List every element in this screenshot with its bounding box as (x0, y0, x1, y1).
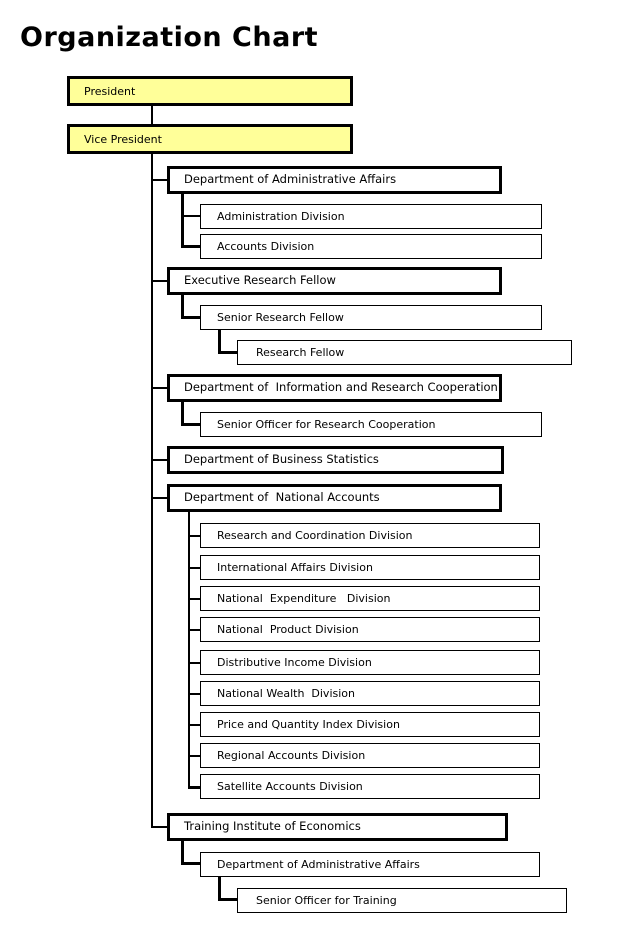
org-node-senior-research-fellow[interactable]: Senior Research Fellow (200, 305, 542, 330)
org-node-label: Department of Business Statistics (184, 452, 379, 467)
connector-president-to-vice-president (151, 106, 153, 124)
org-node-label: Department of National Accounts (184, 490, 380, 505)
org-node-dept-information-research-cooperation[interactable]: Department of Information and Research C… (167, 374, 502, 402)
org-node-national-product-division[interactable]: National Product Division (200, 617, 540, 642)
org-node-label: Administration Division (217, 210, 345, 223)
org-node-label: Research Fellow (256, 346, 345, 359)
org-node-label: Department of Administrative Affairs (217, 858, 420, 871)
org-node-research-fellow[interactable]: Research Fellow (237, 340, 572, 365)
org-node-label: International Affairs Division (217, 561, 373, 574)
connector-admin-affairs-to-accounts-division (181, 245, 202, 248)
org-node-label: National Product Division (217, 623, 359, 636)
org-node-label: Senior Research Fellow (217, 311, 344, 324)
org-node-label: Research and Coordination Division (217, 529, 413, 542)
org-node-dept-administrative-affairs[interactable]: Department of Administrative Affairs (167, 166, 502, 194)
connector-exec-fellow-to-senior-fellow (181, 316, 202, 319)
org-node-label: Accounts Division (217, 240, 315, 253)
org-node-label: Senior Officer for Research Cooperation (217, 418, 436, 431)
org-node-label: Price and Quantity Index Division (217, 718, 400, 731)
org-node-national-expenditure-division[interactable]: National Expenditure Division (200, 586, 540, 611)
connector-admin-affairs-to-administration-division (181, 215, 202, 217)
org-node-satellite-accounts-division[interactable]: Satellite Accounts Division (200, 774, 540, 799)
connector-senior-fellow-to-research-fellow (218, 351, 239, 354)
organization-chart-canvas: Organization Chart President Vice Preside… (0, 0, 631, 936)
org-node-label: President (84, 84, 136, 98)
org-node-label: National Expenditure Division (217, 592, 391, 605)
connector-admin-affairs-branch-trunk (181, 194, 184, 247)
org-node-training-dept-administrative-affairs[interactable]: Department of Administrative Affairs (200, 852, 540, 877)
org-node-label: Department of Administrative Affairs (184, 172, 397, 187)
org-node-training-institute-of-economics[interactable]: Training Institute of Economics (167, 813, 508, 841)
connector-national-accounts-branch-trunk (188, 512, 190, 788)
connector-senior-fellow-branch-trunk (218, 330, 221, 353)
org-node-research-and-coordination-division[interactable]: Research and Coordination Division (200, 523, 540, 548)
connector-exec-fellow-branch-trunk (181, 295, 184, 318)
connector-training-admin-to-senior-officer (218, 898, 239, 901)
org-node-senior-officer-research-cooperation[interactable]: Senior Officer for Research Cooperation (200, 412, 542, 437)
org-node-distributive-income-division[interactable]: Distributive Income Division (200, 650, 540, 675)
org-node-label: Vice President (84, 132, 162, 146)
org-node-price-and-quantity-index-division[interactable]: Price and Quantity Index Division (200, 712, 540, 737)
org-node-senior-officer-for-training[interactable]: Senior Officer for Training (237, 888, 567, 913)
org-node-international-affairs-division[interactable]: International Affairs Division (200, 555, 540, 580)
org-node-dept-business-statistics[interactable]: Department of Business Statistics (167, 446, 504, 474)
connector-info-dept-branch-trunk (181, 402, 184, 425)
org-node-administration-division[interactable]: Administration Division (200, 204, 542, 229)
org-node-label: National Wealth Division (217, 687, 355, 700)
org-node-label: Department of Information and Research C… (184, 380, 498, 395)
connector-info-dept-to-senior-officer (181, 423, 202, 426)
connector-training-branch-trunk (181, 841, 184, 864)
connector-training-to-dept-admin (181, 862, 202, 865)
org-node-regional-accounts-division[interactable]: Regional Accounts Division (200, 743, 540, 768)
org-node-label: Satellite Accounts Division (217, 780, 363, 793)
org-node-accounts-division[interactable]: Accounts Division (200, 234, 542, 259)
org-node-label: Senior Officer for Training (256, 894, 397, 907)
connector-vp-main-trunk (151, 154, 153, 827)
org-node-vice-president[interactable]: Vice President (67, 124, 353, 154)
org-node-executive-research-fellow[interactable]: Executive Research Fellow (167, 267, 502, 295)
org-node-president[interactable]: President (67, 76, 353, 106)
org-node-label: Training Institute of Economics (184, 819, 361, 834)
org-node-national-wealth-division[interactable]: National Wealth Division (200, 681, 540, 706)
org-node-label: Distributive Income Division (217, 656, 372, 669)
org-node-dept-national-accounts[interactable]: Department of National Accounts (167, 484, 502, 512)
page-title: Organization Chart (20, 22, 319, 53)
org-node-label: Executive Research Fellow (184, 273, 336, 288)
org-node-label: Regional Accounts Division (217, 749, 366, 762)
